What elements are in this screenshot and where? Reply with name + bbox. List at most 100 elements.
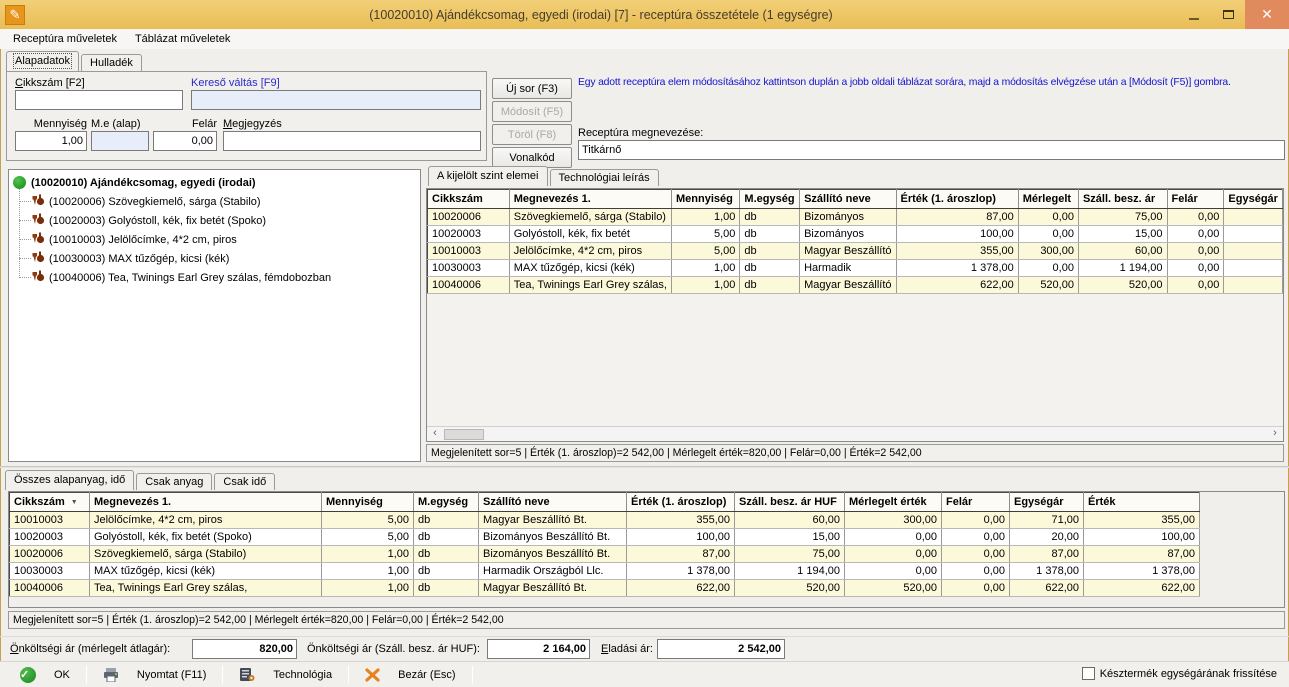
table-row[interactable]: 10020003Golyóstoll, kék, fix betét5,00db…	[428, 226, 1283, 243]
maximize-icon	[1223, 10, 1234, 19]
megjegyzes-input[interactable]	[223, 131, 481, 151]
column-header[interactable]: Mennyiség	[671, 190, 739, 209]
modify-button[interactable]: Módosít (F5)	[492, 101, 572, 122]
barcode-button[interactable]: Vonalkód	[492, 147, 572, 168]
minimize-button[interactable]	[1177, 0, 1211, 29]
column-header[interactable]: Szállító neve	[479, 493, 627, 512]
scroll-right-arrow-icon[interactable]: ›	[1267, 427, 1283, 442]
menu-item-tablazat-muveletek[interactable]: Táblázat műveletek	[126, 31, 239, 47]
tree-item[interactable]: (10030003) MAX tűzőgép, kicsi (kék)	[11, 249, 418, 268]
tab-hulladek[interactable]: Hulladék	[81, 54, 142, 71]
print-button[interactable]: Nyomtat (F11)	[89, 664, 220, 686]
tab-csak-ido[interactable]: Csak idő	[214, 473, 275, 490]
table-cell: 10020003	[428, 226, 510, 243]
delete-button[interactable]: Töröl (F8)	[492, 124, 572, 145]
cikkszam-input[interactable]	[15, 90, 183, 110]
ok-button[interactable]: ✓ OK	[6, 664, 84, 686]
update-price-checkbox[interactable]: Késztermék egységárának frissítése	[1082, 667, 1277, 680]
table-cell: db	[740, 226, 800, 243]
tree-connector	[19, 239, 31, 240]
tree-connector	[19, 220, 31, 221]
component-icon	[32, 194, 45, 210]
tree-item[interactable]: (10040006) Tea, Twinings Earl Grey szála…	[11, 268, 418, 287]
table-cell: 10040006	[428, 277, 510, 294]
column-header[interactable]: Mérlegelt	[1018, 190, 1078, 209]
kereso-valtas-input[interactable]	[191, 90, 481, 110]
column-header[interactable]: Szállító neve	[800, 190, 896, 209]
tree-item[interactable]: (10020006) Szövegkiemelő, sárga (Stabilo…	[11, 192, 418, 211]
table-row[interactable]: 10040006Tea, Twinings Earl Grey szálas,1…	[428, 277, 1283, 294]
table-row[interactable]: 10020006Szövegkiemelő, sárga (Stabilo)1,…	[10, 546, 1200, 563]
onkoltsegi-merlegelt-input[interactable]	[192, 639, 297, 659]
table-cell: Tea, Twinings Earl Grey szálas,	[90, 580, 322, 597]
table-cell: db	[414, 546, 479, 563]
kereso-valtas-label[interactable]: Kereső váltás [F9]	[191, 77, 280, 89]
table-cell: 1,00	[322, 563, 414, 580]
tree-item[interactable]: (10010003) Jelölőcímke, 4*2 cm, piros	[11, 230, 418, 249]
table-row[interactable]: 10030003MAX tűzőgép, kicsi (kék)1,00dbHa…	[428, 260, 1283, 277]
column-header[interactable]: Érték (1. ároszlop)	[896, 190, 1018, 209]
column-header[interactable]: Száll. besz. ár	[1078, 190, 1167, 209]
column-header[interactable]: Mennyiség	[322, 493, 414, 512]
toolbar-separator	[472, 666, 473, 684]
table-cell: 1 378,00	[1010, 563, 1084, 580]
h-scrollbar[interactable]: ‹ ›	[427, 426, 1283, 441]
new-row-button[interactable]: Új sor (F3)	[492, 78, 572, 99]
eladasi-ar-input[interactable]	[657, 639, 785, 659]
table-row[interactable]: 10010003Jelölőcímke, 4*2 cm, piros5,00db…	[10, 512, 1200, 529]
table-cell: Bizományos	[800, 226, 896, 243]
table-cell: 10020006	[428, 209, 510, 226]
table-row[interactable]: 10020003Golyóstoll, kék, fix betét (Spok…	[10, 529, 1200, 546]
column-header[interactable]: Mérlegelt érték	[845, 493, 942, 512]
scroll-left-arrow-icon[interactable]: ‹	[427, 427, 443, 442]
onkoltsegi-szall-input[interactable]	[487, 639, 590, 659]
table-cell: MAX tűzőgép, kicsi (kék)	[509, 260, 671, 277]
tab-kijelolt-szint-elemei[interactable]: A kijelölt szint elemei	[428, 166, 548, 186]
maximize-button[interactable]	[1211, 0, 1245, 29]
tab-technologiai-leiras[interactable]: Technológiai leírás	[550, 169, 659, 186]
column-header[interactable]: Megnevezés 1.	[509, 190, 671, 209]
scroll-thumb[interactable]	[444, 429, 484, 440]
column-header[interactable]: M.egység	[414, 493, 479, 512]
column-header[interactable]: Száll. besz. ár HUF	[735, 493, 845, 512]
tab-csak-anyag[interactable]: Csak anyag	[136, 473, 212, 490]
column-header[interactable]: Érték (1. ároszlop)	[627, 493, 735, 512]
column-header[interactable]: Cikkszám	[428, 190, 510, 209]
mennyiseg-label: Mennyiség	[15, 118, 87, 130]
felar-input[interactable]	[153, 131, 217, 151]
column-header[interactable]: Felár	[942, 493, 1010, 512]
tab-osszes-alapanyag-ido[interactable]: Összes alapanyag, idő	[5, 470, 134, 490]
recipe-name-input[interactable]	[578, 140, 1285, 160]
table-row[interactable]: 10040006Tea, Twinings Earl Grey szálas,1…	[10, 580, 1200, 597]
column-header[interactable]: Érték	[1084, 493, 1200, 512]
splitter[interactable]	[0, 466, 1289, 468]
column-header[interactable]: Felár	[1167, 190, 1224, 209]
tree-root[interactable]: (10020010) Ajándékcsomag, egyedi (irodai…	[11, 173, 418, 192]
mennyiseg-input[interactable]	[15, 131, 87, 151]
column-header[interactable]: Egységár	[1224, 190, 1283, 209]
close-button[interactable]: ✕	[1245, 0, 1289, 29]
table-cell: Magyar Beszállító Bt.	[479, 512, 627, 529]
column-header[interactable]: Egységár	[1010, 493, 1084, 512]
table-row[interactable]: 10020006Szövegkiemelő, sárga (Stabilo)1,…	[428, 209, 1283, 226]
table-cell: 300,00	[1018, 243, 1078, 260]
me-alap-input[interactable]	[91, 131, 149, 151]
table-cell: 520,00	[845, 580, 942, 597]
column-header[interactable]: M.egység	[740, 190, 800, 209]
tree-item[interactable]: (10020003) Golyóstoll, kék, fix betét (S…	[11, 211, 418, 230]
menu-item-receptura-muveletek[interactable]: Receptúra műveletek	[4, 31, 126, 47]
table-cell: 355,00	[896, 243, 1018, 260]
felar-label: Felár	[153, 118, 217, 130]
table-cell	[1224, 226, 1283, 243]
tab-alapadatok[interactable]: Alapadatok	[6, 51, 79, 71]
technologia-button[interactable]: Technológia	[225, 664, 346, 686]
table-row[interactable]: 10010003Jelölőcímke, 4*2 cm, piros5,00db…	[428, 243, 1283, 260]
bezar-button[interactable]: Bezár (Esc)	[351, 664, 469, 686]
table-cell: 355,00	[1084, 512, 1200, 529]
column-header[interactable]: Cikkszám▼	[10, 493, 90, 512]
table-cell: 0,00	[1167, 209, 1224, 226]
tree-connector	[19, 277, 31, 278]
table-row[interactable]: 10030003MAX tűzőgép, kicsi (kék)1,00dbHa…	[10, 563, 1200, 580]
column-header[interactable]: Megnevezés 1.	[90, 493, 322, 512]
table-cell: 0,00	[942, 529, 1010, 546]
